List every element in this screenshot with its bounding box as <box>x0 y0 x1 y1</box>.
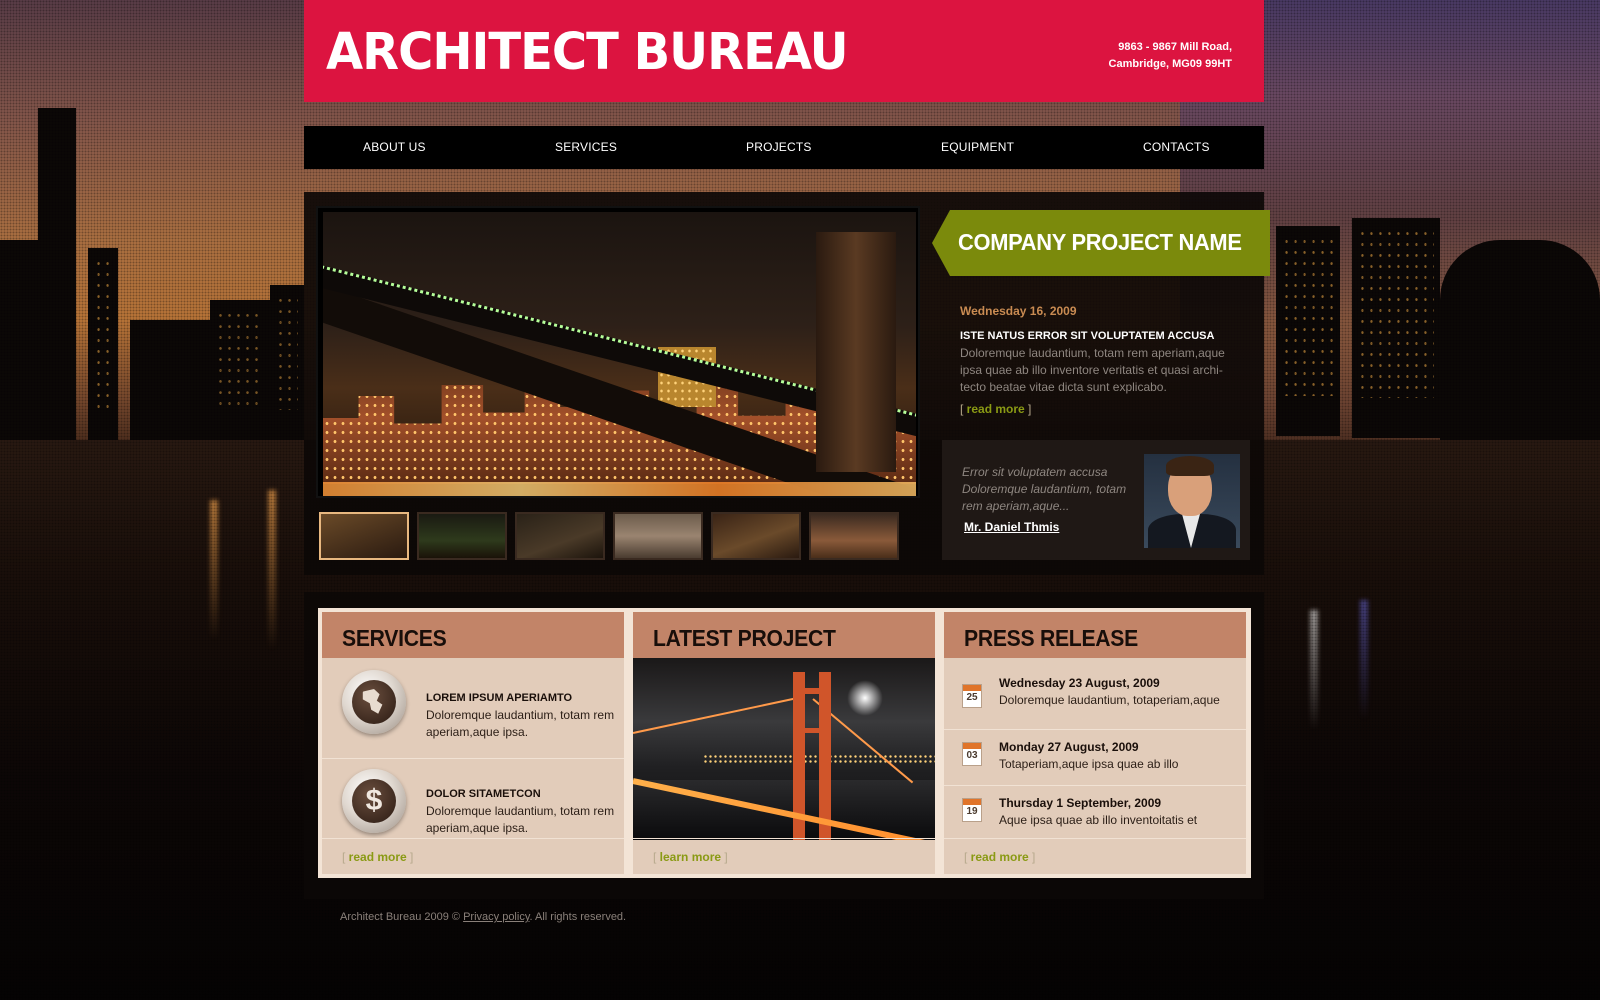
service-item: LOREM IPSUM APERIAMTO Doloremque laudant… <box>322 662 624 758</box>
press-read-more-link[interactable]: [ read more ] <box>964 850 1035 864</box>
address-line: Cambridge, MG09 99HT <box>1108 58 1232 70</box>
press-release-date[interactable]: Thursday 1 September, 2009 <box>999 796 1161 810</box>
address-line: 9863 - 9867 Mill Road, <box>1118 41 1232 53</box>
thumbnail-strip <box>319 512 899 560</box>
press-release-header: PRESS RELEASE <box>944 612 1246 658</box>
thumbnail-5[interactable] <box>711 512 801 560</box>
service-text: Doloremque laudantium, totam rem aperiam… <box>426 708 615 739</box>
calendar-icon-top <box>963 685 981 691</box>
press-release-footer: [ read more ] <box>944 838 1246 874</box>
calendar-icon: 03 <box>962 742 982 766</box>
news-heading: ISTE NATUS ERROR SIT VOLUPTATEM ACCUSA <box>960 330 1215 342</box>
press-release-date[interactable]: Wednesday 23 August, 2009 <box>999 676 1160 690</box>
thumbnail-4[interactable] <box>613 512 703 560</box>
calendar-icon-top <box>963 799 981 805</box>
header: ARCHITECT BUREAU 9863 - 9867 Mill Road, … <box>304 0 1264 102</box>
learn-more-label[interactable]: learn more <box>660 850 721 864</box>
news-date: Wednesday 16, 2009 <box>960 304 1077 318</box>
dollar-icon: $ <box>342 769 406 833</box>
bridge-tower-crossbar <box>793 728 831 733</box>
read-more-label[interactable]: read more <box>971 850 1029 864</box>
testimonial-author-link[interactable]: Mr. Daniel Thmis <box>964 520 1059 534</box>
press-release-column: PRESS RELEASE 25 Wednesday 23 August, 20… <box>944 612 1246 874</box>
services-header: SERVICES <box>322 612 624 658</box>
latest-project-title: LATEST PROJECT <box>653 625 836 651</box>
nav-item-about-us[interactable]: ABOUT US <box>363 140 426 154</box>
calendar-icon-top <box>963 743 981 749</box>
address: 9863 - 9867 Mill Road, Cambridge, MG09 9… <box>1109 39 1232 73</box>
services-column: SERVICES LOREM IPSUM APERIAMTO Doloremqu… <box>322 612 624 874</box>
footer: Architect Bureau 2009 © Privacy policy. … <box>340 911 626 923</box>
press-release-item: 25 Wednesday 23 August, 2009 Doloremque … <box>944 672 1246 730</box>
calendar-day: 03 <box>966 750 978 761</box>
golden-gate-bridge-image[interactable] <box>633 658 935 840</box>
author-avatar <box>1144 454 1240 548</box>
latest-project-column: LATEST PROJECT [ learn more ] <box>633 612 935 874</box>
press-release-date[interactable]: Monday 27 August, 2009 <box>999 740 1139 754</box>
services-read-more-link[interactable]: [ read more ] <box>342 850 413 864</box>
services-title: SERVICES <box>342 625 447 651</box>
globe-icon <box>342 670 406 734</box>
calendar-icon: 25 <box>962 684 982 708</box>
press-release-title: PRESS RELEASE <box>964 625 1138 651</box>
bridge-cable <box>633 696 800 734</box>
read-more-label[interactable]: read more <box>967 402 1025 416</box>
thumbnail-2[interactable] <box>417 512 507 560</box>
services-footer: [ read more ] <box>322 838 624 874</box>
press-release-text: Aque ipsa quae ab illo inventoitatis et <box>999 813 1198 827</box>
moon <box>847 680 883 716</box>
bridge-pier <box>816 232 896 472</box>
globe-land <box>362 689 383 714</box>
bridge-tower-crossbar <box>793 688 831 694</box>
service-title[interactable]: DOLOR SITAMETCON <box>426 788 541 800</box>
news-read-more-link[interactable]: [ read more ] <box>960 402 1031 416</box>
calendar-icon: 19 <box>962 798 982 822</box>
nav-item-contacts[interactable]: CONTACTS <box>1143 140 1210 154</box>
news-text: Doloremque laudantium, totam rem aperiam… <box>960 346 1225 394</box>
globe-icon-inner <box>352 680 396 724</box>
latest-project-header: LATEST PROJECT <box>633 612 935 658</box>
main-nav: ABOUT US SERVICES PROJECTS EQUIPMENT CON… <box>304 126 1264 169</box>
calendar-day: 19 <box>966 806 978 817</box>
calendar-day: 25 <box>966 692 978 703</box>
columns-frame: SERVICES LOREM IPSUM APERIAMTO Doloremqu… <box>318 608 1251 878</box>
waterfront-lights <box>323 482 916 496</box>
avatar-hair <box>1166 456 1214 476</box>
privacy-policy-link[interactable]: Privacy policy <box>463 911 529 923</box>
nav-item-projects[interactable]: PROJECTS <box>746 140 812 154</box>
nav-item-services[interactable]: SERVICES <box>555 140 617 154</box>
learn-more-link[interactable]: [ learn more ] <box>653 850 728 864</box>
dollar-icon-inner: $ <box>352 779 396 823</box>
bridge-tower <box>819 672 831 840</box>
feature-section: COMPANY PROJECT NAME Wednesday 16, 2009 … <box>304 192 1270 575</box>
testimonial: Error sit voluptatem accusa Doloremque l… <box>942 440 1250 560</box>
featured-project-photo <box>316 206 920 498</box>
project-banner-title: COMPANY PROJECT NAME <box>958 229 1242 255</box>
service-title[interactable]: LOREM IPSUM APERIAMTO <box>426 692 572 704</box>
latest-project-footer: [ learn more ] <box>633 838 935 874</box>
nav-item-equipment[interactable]: EQUIPMENT <box>941 140 1014 154</box>
rights-text: . All rights reserved. <box>529 911 627 923</box>
thumbnail-6[interactable] <box>809 512 899 560</box>
site-logo[interactable]: ARCHITECT BUREAU <box>326 23 849 82</box>
read-more-label[interactable]: read more <box>349 850 407 864</box>
bridge-night-image <box>323 212 916 496</box>
press-release-item: 19 Thursday 1 September, 2009 Aque ipsa … <box>944 785 1246 843</box>
press-release-text: Totaperiam,aque ipsa quae ab illo <box>999 757 1179 771</box>
testimonial-quote: Error sit voluptatem accusa Doloremque l… <box>962 465 1127 513</box>
press-release-item: 03 Monday 27 August, 2009 Totaperiam,aqu… <box>944 729 1246 787</box>
thumbnail-3[interactable] <box>515 512 605 560</box>
service-text: Doloremque laudantium, totam rem aperiam… <box>426 804 615 835</box>
lower-section: SERVICES LOREM IPSUM APERIAMTO Doloremqu… <box>304 592 1264 899</box>
thumbnail-1[interactable] <box>319 512 409 560</box>
press-release-text: Doloremque laudantium, totaperiam,aque <box>999 693 1220 707</box>
copyright-text: Architect Bureau 2009 © <box>340 911 461 923</box>
